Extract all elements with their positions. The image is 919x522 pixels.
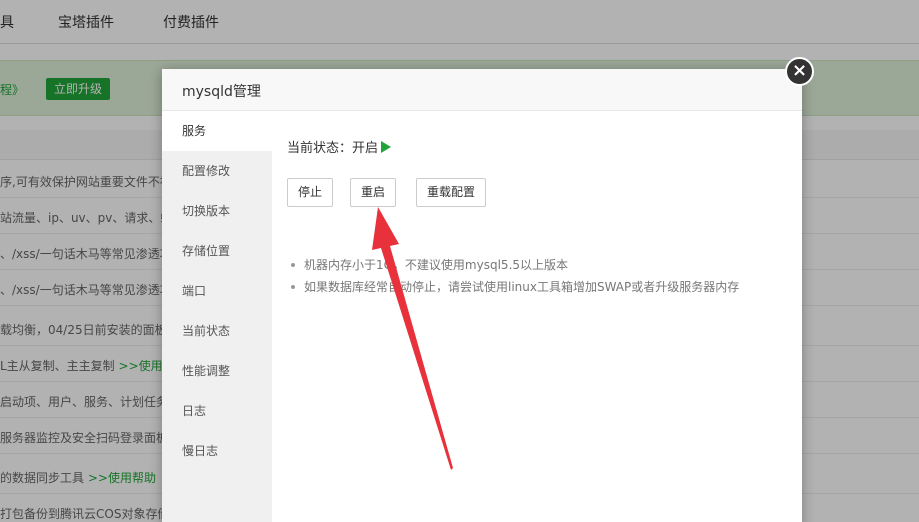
sidebar-item-log[interactable]: 日志 <box>162 391 272 431</box>
notes-list: 机器内存小于1G，不建议使用mysql5.5以上版本 如果数据库经常自动停止，请… <box>289 254 789 298</box>
mysqld-manage-dialog: mysqld管理 服务 配置修改 切换版本 存储位置 端口 当前状态 性能调整 … <box>162 69 802 522</box>
note-item: 如果数据库经常自动停止，请尝试使用linux工具箱增加SWAP或者升级服务器内存 <box>289 276 789 298</box>
sidebar-item-switch-version[interactable]: 切换版本 <box>162 191 272 231</box>
sidebar-item-config-edit[interactable]: 配置修改 <box>162 151 272 191</box>
sidebar-item-service[interactable]: 服务 <box>162 111 272 151</box>
restart-button[interactable]: 重启 <box>350 178 397 207</box>
sidebar-item-storage-location[interactable]: 存储位置 <box>162 231 272 271</box>
dialog-content: 当前状态：开启 停止 重启 重载配置 机器内存小于1G，不建议使用mysql5.… <box>272 111 802 522</box>
note-item: 机器内存小于1G，不建议使用mysql5.5以上版本 <box>289 254 789 276</box>
sidebar-item-slow-log[interactable]: 慢日志 <box>162 431 272 471</box>
close-icon[interactable]: × <box>785 57 814 86</box>
dialog-sidebar: 服务 配置修改 切换版本 存储位置 端口 当前状态 性能调整 日志 慢日志 <box>162 111 272 522</box>
sidebar-item-port[interactable]: 端口 <box>162 271 272 311</box>
stop-button[interactable]: 停止 <box>287 178 334 207</box>
service-status: 当前状态：开启 <box>287 137 392 156</box>
dialog-title: mysqld管理 <box>182 84 261 100</box>
dialog-header: mysqld管理 <box>162 69 802 111</box>
play-icon <box>381 141 392 153</box>
sidebar-item-performance[interactable]: 性能调整 <box>162 351 272 391</box>
status-label: 当前状态：开启 <box>287 141 379 156</box>
sidebar-item-current-status[interactable]: 当前状态 <box>162 311 272 351</box>
reload-config-button[interactable]: 重载配置 <box>416 178 487 207</box>
